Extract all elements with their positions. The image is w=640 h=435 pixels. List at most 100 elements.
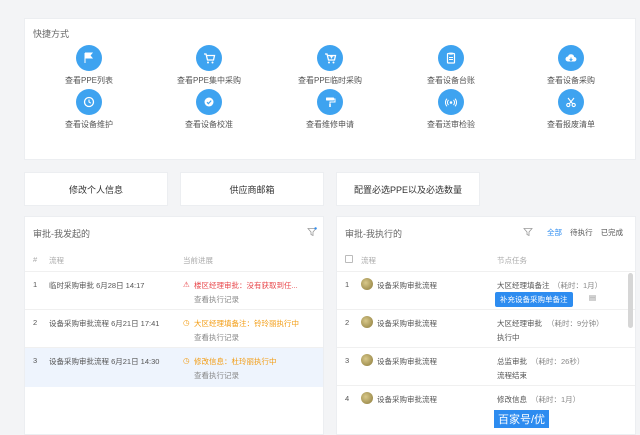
tab-done[interactable]: 已完成 (601, 228, 624, 237)
clock-icon: ◷ (183, 356, 190, 365)
row-duration: （耗时：1月） (531, 395, 581, 404)
row-index: 3 (33, 356, 38, 365)
avatar (361, 316, 373, 328)
quick-item-repair-request[interactable]: 查看维修申请 (280, 89, 380, 130)
quick-item-label: 查看PPE列表 (64, 76, 113, 85)
col-index: # (33, 255, 38, 264)
quick-item-equipment-maintenance[interactable]: 查看设备维护 (39, 89, 139, 130)
row-process: 设备采购审批流程 6月21日 14:30 (49, 357, 160, 366)
supplement-remark-button[interactable]: 补充设备采购单备注 (495, 292, 573, 307)
row-index: 1 (33, 280, 38, 289)
document-icon[interactable]: ▤ (589, 293, 596, 302)
col-node: 节点任务 (497, 256, 527, 265)
watermark: 百家号/优 (494, 410, 550, 428)
table-row-selected[interactable]: 3 设备采购审批流程 6月21日 14:30 ◷ 修改信息：杜玲丽执行中 查看执… (25, 347, 323, 387)
signal-icon (438, 89, 464, 115)
row-node: 大区经理审批 (497, 319, 542, 328)
table-row[interactable]: 2 设备采购审批流程 大区经理审批 （耗时：9分钟） 执行中 (337, 309, 635, 347)
row-index: 4 (345, 394, 350, 403)
col-progress: 当前进展 (183, 256, 213, 265)
quick-item-ppe-temp-purchase[interactable]: 查看PPE临时采购 (280, 45, 380, 86)
table-row[interactable]: 4 设备采购审批流程 修改信息 （耗时：1月） (337, 385, 635, 434)
row-process: 设备采购审批流程 (377, 395, 437, 404)
table-row[interactable]: 1 设备采购审批流程 大区经理填备注 （耗时：1月） 补充设备采购单备注 ▤ (337, 271, 635, 309)
row-process: 设备采购审批流程 6月21日 17:41 (49, 319, 160, 328)
quick-item-label: 查看报废清单 (547, 120, 595, 129)
view-log-link[interactable]: 查看执行记录 (194, 332, 239, 343)
filter-icon[interactable] (307, 227, 317, 237)
scissors-icon (558, 89, 584, 115)
row-node: 修改信息 (497, 395, 527, 404)
view-log-link[interactable]: 查看执行记录 (194, 370, 239, 381)
started-approvals-panel: 审批-我发起的 # 流程 当前进展 1 临时采购审批 6月28日 14:17 ⚠… (24, 216, 324, 435)
table-row[interactable]: 1 临时采购审批 6月28日 14:17 ⚠ 楼区经理审批：没有获取到任... … (25, 271, 323, 309)
scrollbar[interactable] (628, 273, 633, 328)
avatar (361, 354, 373, 366)
row-index: 1 (345, 280, 350, 289)
row-duration: （耗时：26秒） (531, 357, 585, 366)
tab-pending[interactable]: 待执行 (570, 228, 593, 237)
table-row[interactable]: 2 设备采购审批流程 6月21日 17:41 ◷ 大区经理填备注：铃玲丽执行中 … (25, 309, 323, 347)
paint-roller-icon (317, 89, 343, 115)
quick-item-ppe-central-purchase[interactable]: 查看PPE集中采购 (159, 45, 259, 86)
view-log-link[interactable]: 查看执行记录 (194, 294, 239, 305)
tab-all[interactable]: 全部 (547, 228, 562, 237)
cart-plus-icon (317, 45, 343, 71)
warning-icon: ⚠ (183, 280, 190, 289)
row-duration: （耗时：9分钟） (547, 319, 604, 328)
row-process: 设备采购审批流程 (377, 319, 437, 328)
executed-approvals-title: 审批-我执行的 (345, 229, 402, 239)
table-row[interactable]: 3 设备采购审批流程 总监审批 （耗时：26秒） 流程结束 (337, 347, 635, 385)
row-process: 设备采购审批流程 (377, 357, 437, 366)
quick-item-equipment-calibration[interactable]: 查看设备校准 (159, 89, 259, 130)
config-ppe-button[interactable]: 配置必选PPE以及必选数量 (336, 172, 480, 206)
row-process: 设备采购审批流程 (377, 281, 437, 290)
avatar (361, 278, 373, 290)
row-node: 大区经理填备注 (497, 281, 550, 290)
quick-item-label: 查看设备台账 (427, 76, 475, 85)
row-index: 3 (345, 356, 350, 365)
quick-item-label: 查看设备校准 (185, 120, 233, 129)
row-status: 楼区经理审批：没有获取到任... (194, 281, 298, 290)
executed-approvals-panel: 审批-我执行的 全部 待执行 已完成 流程 节点任务 1 设备采购审批流程 大区… (336, 216, 636, 435)
row-node: 总监审批 (497, 357, 527, 366)
table-header: # 流程 当前进展 (25, 251, 323, 271)
avatar (361, 392, 373, 404)
row-status: 修改信息：杜玲丽执行中 (194, 357, 277, 366)
status-tabs: 全部 待执行 已完成 (541, 227, 623, 238)
supplier-mailbox-button[interactable]: 供应商邮箱 (180, 172, 324, 206)
cloud-download-icon (558, 45, 584, 71)
quick-item-equipment-ledger[interactable]: 查看设备台账 (401, 45, 501, 86)
quick-item-label: 查看设备维护 (65, 120, 113, 129)
clock-icon: ◷ (183, 318, 190, 327)
row-process: 临时采购审批 6月28日 14:17 (49, 281, 145, 290)
quick-item-label: 查看送审检验 (427, 120, 475, 129)
select-all-checkbox[interactable] (345, 255, 353, 263)
quick-item-equipment-purchase[interactable]: 查看设备采购 (521, 45, 621, 86)
clock-icon (76, 89, 102, 115)
quick-item-label: 查看PPE临时采购 (297, 76, 362, 85)
quick-access-title: 快捷方式 (33, 29, 70, 39)
row-index: 2 (33, 318, 38, 327)
quick-item-inspection[interactable]: 查看送审检验 (401, 89, 501, 130)
quick-item-label: 查看设备采购 (547, 76, 595, 85)
quick-item-label: 查看PPE集中采购 (176, 76, 241, 85)
row-status: 流程结束 (497, 371, 527, 380)
clipboard-icon (438, 45, 464, 71)
col-process: 流程 (49, 256, 64, 265)
filter-icon[interactable] (523, 227, 533, 237)
quick-item-ppe-list[interactable]: 查看PPE列表 (39, 45, 139, 86)
cart-icon (196, 45, 222, 71)
edit-profile-button[interactable]: 修改个人信息 (24, 172, 168, 206)
col-process: 流程 (361, 256, 376, 265)
quick-access-panel: 快捷方式 查看PPE列表 查看PPE集中采购 查看PPE临时采购 查看设备台账 … (24, 18, 636, 160)
table-header: 流程 节点任务 (337, 251, 635, 271)
flag-icon (76, 45, 102, 71)
check-gauge-icon (196, 89, 222, 115)
row-duration: （耗时：1月） (553, 281, 603, 290)
row-status: 执行中 (497, 333, 520, 342)
row-status: 大区经理填备注：铃玲丽执行中 (194, 319, 299, 328)
quick-item-scrap-list[interactable]: 查看报废清单 (521, 89, 621, 130)
row-index: 2 (345, 318, 350, 327)
started-approvals-title: 审批-我发起的 (33, 229, 90, 239)
